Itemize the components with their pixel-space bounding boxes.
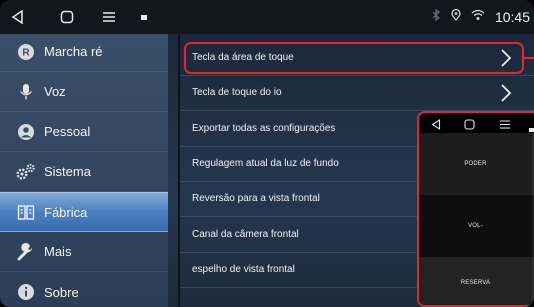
sidebar-item-label: Fábrica (44, 204, 88, 220)
callout-line (524, 57, 534, 59)
sidebar-item-pessoal[interactable]: Pessoal (0, 112, 168, 152)
info-icon (16, 282, 36, 302)
status-indicators: 10:45 (431, 0, 530, 34)
highlight-box (184, 42, 524, 74)
row-label: Exportar todas as configurações (192, 123, 336, 134)
sidebar-item-label: Voz (44, 84, 66, 99)
row-label: Canal da câmera frontal (192, 229, 299, 240)
menu-icon[interactable] (100, 8, 118, 26)
row-label: Regulagem atual da luz de fundo (192, 158, 339, 169)
overlay-button-vol-minus[interactable]: VOL- (419, 195, 532, 257)
overlay-button-poder[interactable]: PODER (419, 133, 532, 195)
sidebar-item-label: Sobre (44, 284, 79, 300)
chevron-right-icon (500, 83, 512, 108)
home-icon[interactable] (58, 8, 76, 26)
back-icon[interactable] (10, 8, 26, 26)
sidebar-item-sobre[interactable]: Sobre (0, 272, 168, 307)
gears-icon (16, 162, 36, 182)
sidebar-item-label: Pessoal (44, 124, 91, 139)
sidebar-item-mais[interactable]: Mais (0, 232, 168, 272)
row-label: Reversão para a vista frontal (192, 193, 320, 204)
overlay-button-label: PODER (464, 161, 487, 167)
overlay-button-label: VOL- (468, 223, 483, 229)
location-icon (451, 8, 461, 26)
factory-icon (16, 202, 36, 222)
wifi-icon (471, 8, 485, 26)
bluetooth-icon (431, 8, 441, 26)
reverse-r-icon: R (16, 42, 36, 62)
row-label: espelho de vista frontal (192, 264, 295, 275)
sidebar-item-voz[interactable]: Voz (0, 72, 168, 112)
overlay-button-label: RESERVA (460, 280, 491, 286)
sidebar-item-marcha-re[interactable]: R Marcha ré (0, 32, 168, 72)
person-icon (16, 122, 36, 142)
svg-text:R: R (22, 47, 30, 58)
sidebar-item-label: Marcha ré (44, 44, 103, 59)
touch-key-overlay: PODER VOL- RESERVA (417, 111, 534, 307)
small-square-icon (138, 8, 150, 26)
row-tecla-toque-io[interactable]: Tecla de toque do io (180, 76, 534, 111)
status-bar: 10:45 (0, 0, 534, 34)
screen-frame: 10:45 R Marcha ré Voz Pessoal Sistema Fá… (0, 0, 534, 307)
sidebar-item-label: Sistema (44, 164, 91, 179)
sidebar-item-label: Mais (44, 244, 72, 259)
clock-time: 10:45 (494, 9, 530, 25)
microphone-icon (16, 82, 36, 102)
sidebar-item-fabrica[interactable]: Fábrica (0, 192, 168, 232)
wrench-icon (16, 242, 36, 262)
overlay-nav-bar (419, 113, 534, 133)
sidebar-item-sistema[interactable]: Sistema (0, 152, 168, 192)
overlay-button-reserva[interactable]: RESERVA (419, 257, 532, 305)
row-label: Tecla de toque do io (192, 87, 282, 98)
